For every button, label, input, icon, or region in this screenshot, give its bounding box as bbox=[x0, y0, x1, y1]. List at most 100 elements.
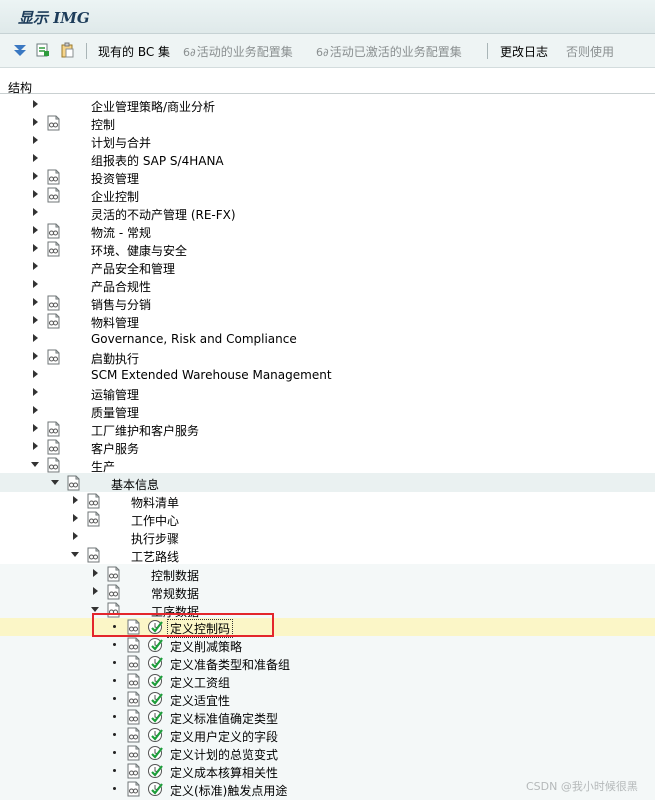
documentation-icon[interactable] bbox=[126, 727, 141, 743]
tree-node[interactable]: 控制数据 bbox=[0, 565, 655, 583]
expand-all-icon[interactable] bbox=[12, 42, 28, 58]
tree-node[interactable]: 质量管理 bbox=[0, 402, 655, 420]
expand-arrow-icon[interactable] bbox=[72, 514, 80, 522]
collapse-arrow-icon[interactable] bbox=[91, 605, 99, 613]
tree-node[interactable]: 工厂维护和客户服务 bbox=[0, 420, 655, 438]
execute-activity-icon[interactable] bbox=[147, 655, 163, 671]
documentation-icon[interactable] bbox=[126, 745, 141, 761]
expand-arrow-icon[interactable] bbox=[32, 262, 40, 270]
documentation-icon[interactable] bbox=[46, 169, 61, 185]
tree-node[interactable]: 控制 bbox=[0, 114, 655, 132]
expand-arrow-icon[interactable] bbox=[32, 388, 40, 396]
execute-activity-icon[interactable] bbox=[147, 673, 163, 689]
documentation-icon[interactable] bbox=[126, 637, 141, 653]
expand-arrow-icon[interactable] bbox=[72, 532, 80, 540]
tree-node[interactable]: 生产 bbox=[0, 456, 655, 474]
expand-arrow-icon[interactable] bbox=[32, 334, 40, 342]
documentation-icon[interactable] bbox=[46, 241, 61, 257]
active-bc-sets-button[interactable]: 6∂活动的业务配置集 bbox=[183, 43, 293, 60]
tree-node[interactable]: 启勤执行 bbox=[0, 348, 655, 366]
collapse-arrow-icon[interactable] bbox=[51, 478, 59, 486]
expand-arrow-icon[interactable] bbox=[72, 496, 80, 504]
tree-node[interactable]: 物流 - 常规 bbox=[0, 222, 655, 240]
documentation-icon[interactable] bbox=[46, 187, 61, 203]
expand-arrow-icon[interactable] bbox=[32, 154, 40, 162]
tree-node[interactable]: 工艺路线 bbox=[0, 546, 655, 564]
activated-bc-sets-button[interactable]: 6∂活动已激活的业务配置集 bbox=[316, 43, 462, 60]
expand-arrow-icon[interactable] bbox=[32, 244, 40, 252]
tree-node[interactable]: SCM Extended Warehouse Management bbox=[0, 366, 655, 384]
documentation-icon[interactable] bbox=[46, 115, 61, 131]
documentation-icon[interactable] bbox=[46, 421, 61, 437]
execute-activity-icon[interactable] bbox=[147, 727, 163, 743]
execute-activity-icon[interactable] bbox=[147, 691, 163, 707]
documentation-icon[interactable] bbox=[126, 655, 141, 671]
tree-node[interactable]: 基本信息 bbox=[0, 474, 655, 492]
expand-arrow-icon[interactable] bbox=[32, 118, 40, 126]
documentation-icon[interactable] bbox=[46, 295, 61, 311]
documentation-icon[interactable] bbox=[126, 673, 141, 689]
documentation-icon[interactable] bbox=[66, 475, 81, 491]
tree-node[interactable]: 企业管理策略/商业分析 bbox=[0, 96, 655, 114]
expand-arrow-icon[interactable] bbox=[32, 424, 40, 432]
documentation-icon[interactable] bbox=[86, 511, 101, 527]
expand-arrow-icon[interactable] bbox=[32, 442, 40, 450]
existing-bc-sets-button[interactable]: 现有的 BC 集 bbox=[98, 43, 170, 60]
expand-arrow-icon[interactable] bbox=[32, 352, 40, 360]
tree-node[interactable]: 工作中心 bbox=[0, 510, 655, 528]
collapse-arrow-icon[interactable] bbox=[71, 550, 79, 558]
expand-arrow-icon[interactable] bbox=[92, 569, 100, 577]
execute-activity-icon[interactable] bbox=[147, 637, 163, 653]
documentation-icon[interactable] bbox=[46, 223, 61, 239]
expand-arrow-icon[interactable] bbox=[32, 100, 40, 108]
tree-node[interactable]: 执行步骤 bbox=[0, 528, 655, 546]
tree-node[interactable]: 企业控制 bbox=[0, 186, 655, 204]
documentation-icon[interactable] bbox=[126, 781, 141, 797]
tree-activity[interactable]: 定义适宜性 bbox=[0, 690, 655, 708]
execute-activity-icon[interactable] bbox=[147, 781, 163, 797]
expand-arrow-icon[interactable] bbox=[32, 208, 40, 216]
expand-arrow-icon[interactable] bbox=[32, 316, 40, 324]
documentation-icon[interactable] bbox=[46, 439, 61, 455]
expand-arrow-icon[interactable] bbox=[32, 370, 40, 378]
documentation-icon[interactable] bbox=[46, 457, 61, 473]
documentation-icon[interactable] bbox=[46, 313, 61, 329]
tree-activity[interactable]: 定义削减策略 bbox=[0, 636, 655, 654]
tree-activity[interactable]: 定义计划的总览变式 bbox=[0, 744, 655, 762]
execute-activity-icon[interactable] bbox=[147, 745, 163, 761]
tree-node[interactable]: 投资管理 bbox=[0, 168, 655, 186]
clipboard-icon[interactable] bbox=[59, 42, 75, 58]
expand-arrow-icon[interactable] bbox=[32, 226, 40, 234]
documentation-icon[interactable] bbox=[86, 547, 101, 563]
tree-node[interactable]: 常规数据 bbox=[0, 583, 655, 601]
documentation-icon[interactable] bbox=[106, 584, 121, 600]
expand-arrow-icon[interactable] bbox=[32, 136, 40, 144]
execute-activity-icon[interactable] bbox=[147, 709, 163, 725]
expand-arrow-icon[interactable] bbox=[32, 298, 40, 306]
change-log-button[interactable]: 更改日志 bbox=[500, 43, 548, 60]
tree-node[interactable]: 组报表的 SAP S/4HANA bbox=[0, 150, 655, 168]
tree-node[interactable]: 物料清单 bbox=[0, 492, 655, 510]
tree-node[interactable]: 销售与分销 bbox=[0, 294, 655, 312]
collapse-arrow-icon[interactable] bbox=[31, 460, 39, 468]
tree-node[interactable]: 产品合规性 bbox=[0, 276, 655, 294]
documentation-icon[interactable] bbox=[126, 709, 141, 725]
tree-node[interactable]: 物料管理 bbox=[0, 312, 655, 330]
tree-node[interactable]: 客户服务 bbox=[0, 438, 655, 456]
tree-activity[interactable]: 定义工资组 bbox=[0, 672, 655, 690]
documentation-icon[interactable] bbox=[46, 349, 61, 365]
expand-arrow-icon[interactable] bbox=[32, 280, 40, 288]
tree-node[interactable]: 计划与合并 bbox=[0, 132, 655, 150]
tree-node[interactable]: 灵活的不动产管理 (RE-FX) bbox=[0, 204, 655, 222]
execute-activity-icon[interactable] bbox=[147, 763, 163, 779]
tree-node[interactable]: Governance, Risk and Compliance bbox=[0, 330, 655, 348]
expand-arrow-icon[interactable] bbox=[32, 406, 40, 414]
documentation-icon[interactable] bbox=[126, 691, 141, 707]
tree-activity[interactable]: 定义标准值确定类型 bbox=[0, 708, 655, 726]
tree-node[interactable]: 产品安全和管理 bbox=[0, 258, 655, 276]
expand-arrow-icon[interactable] bbox=[32, 172, 40, 180]
expand-arrow-icon[interactable] bbox=[92, 587, 100, 595]
find-icon[interactable] bbox=[35, 42, 51, 58]
tree-node[interactable]: 环境、健康与安全 bbox=[0, 240, 655, 258]
documentation-icon[interactable] bbox=[106, 566, 121, 582]
